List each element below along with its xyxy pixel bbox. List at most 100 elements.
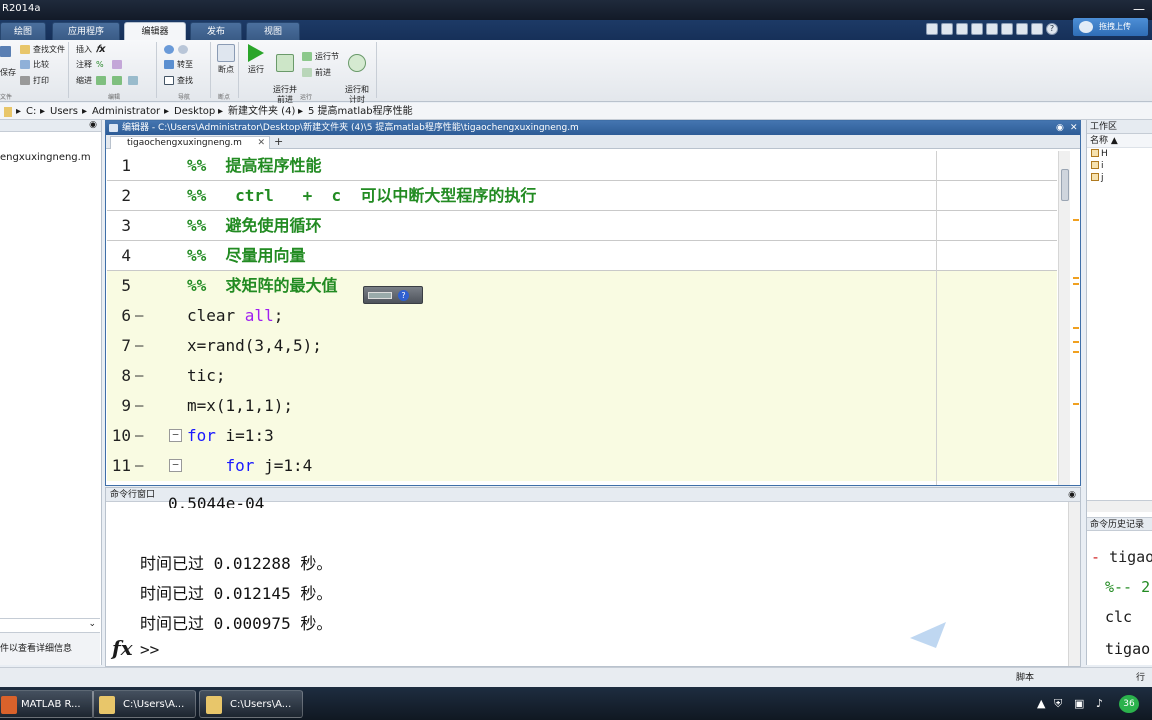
settings-icon[interactable] bbox=[1031, 23, 1043, 35]
history-entry[interactable]: %-- 2 bbox=[1105, 578, 1150, 596]
tray-badge[interactable]: 36 bbox=[1119, 695, 1139, 713]
warning-mark[interactable] bbox=[1073, 403, 1079, 405]
help-icon[interactable]: ? bbox=[1046, 23, 1058, 35]
editor-menu-icon[interactable]: ◉ bbox=[1056, 121, 1064, 135]
code-area[interactable]: 1%% 提高程序性能 2%% ctrl + c 可以中断大型程序的执行 3%% … bbox=[107, 151, 1057, 485]
forward-icon[interactable] bbox=[178, 43, 191, 56]
keyboard-icon[interactable] bbox=[368, 292, 392, 299]
compare-button[interactable]: 比较 bbox=[20, 58, 49, 71]
comment-button[interactable]: 注释 bbox=[76, 58, 92, 71]
output-line: 时间已过 0.000975 秒。 bbox=[140, 614, 333, 633]
run-and-time-button[interactable]: 运行和 计时 bbox=[342, 44, 372, 105]
file-item[interactable]: engxuxingneng.m bbox=[0, 152, 91, 163]
fx-icon[interactable]: 𝑓x bbox=[96, 43, 106, 56]
warning-mark[interactable] bbox=[1073, 219, 1079, 221]
volume-icon[interactable]: ♪ bbox=[1096, 687, 1103, 720]
save-button[interactable]: 保存 bbox=[0, 66, 16, 79]
new-tab-icon[interactable]: + bbox=[274, 136, 283, 148]
panel-menu-icon[interactable]: ◉ bbox=[89, 120, 97, 130]
paste-icon[interactable] bbox=[971, 23, 983, 35]
advance-button[interactable]: 前进 bbox=[302, 66, 331, 79]
taskbar-explorer-1[interactable]: C:\Users\A... bbox=[92, 690, 196, 718]
tab-apps[interactable]: 应用程序 bbox=[52, 22, 120, 40]
breakpoint-dash[interactable]: — bbox=[135, 331, 143, 361]
ime-toolbar[interactable]: ? bbox=[363, 286, 423, 304]
minimize-icon[interactable]: — bbox=[1126, 0, 1152, 18]
history-entry[interactable]: - tigao bbox=[1091, 548, 1152, 566]
breakpoint-dash[interactable]: — bbox=[135, 361, 143, 391]
editor-close-icon[interactable]: ✕ bbox=[1070, 121, 1078, 135]
cut-icon[interactable] bbox=[941, 23, 953, 35]
breakpoint-dash[interactable]: — bbox=[135, 451, 143, 481]
run-button[interactable]: 运行 bbox=[242, 44, 270, 75]
function-browser-icon[interactable]: fx bbox=[112, 636, 133, 660]
editor-scrollbar[interactable] bbox=[1058, 151, 1070, 485]
outdent-icon[interactable] bbox=[112, 74, 125, 87]
title-bar: R2014a — bbox=[0, 0, 1152, 20]
run-time-icon bbox=[348, 54, 366, 72]
breakpoints-button[interactable]: 断点 bbox=[212, 44, 240, 75]
workspace-name-column[interactable]: 名称 ▲ bbox=[1087, 134, 1152, 148]
indent-icon[interactable] bbox=[96, 74, 109, 87]
fold-icon[interactable]: − bbox=[169, 459, 182, 472]
uncomment-icon[interactable] bbox=[112, 58, 125, 71]
tray-arrow-icon[interactable]: ▲ bbox=[1037, 687, 1045, 720]
warning-mark[interactable] bbox=[1073, 341, 1079, 343]
tab-view[interactable]: 视图 bbox=[246, 22, 300, 40]
warning-mark[interactable] bbox=[1073, 351, 1079, 353]
chevron-down-icon[interactable]: ⌄ bbox=[0, 618, 100, 630]
workspace-var[interactable]: H bbox=[1087, 148, 1152, 160]
print-button[interactable]: 打印 bbox=[20, 74, 49, 87]
breadcrumb-folder[interactable]: 新建文件夹 (4) bbox=[228, 103, 295, 120]
taskbar-matlab[interactable]: MATLAB R... bbox=[0, 690, 94, 718]
back-icon[interactable] bbox=[164, 43, 177, 56]
undo-icon[interactable] bbox=[986, 23, 998, 35]
tab-close-icon[interactable]: ✕ bbox=[257, 137, 265, 149]
upload-button[interactable]: 拖拽上传 bbox=[1073, 18, 1148, 36]
breakpoint-dash[interactable]: — bbox=[135, 421, 143, 451]
editor-tab[interactable]: tigaochengxuxingneng.m ✕ bbox=[110, 136, 270, 149]
command-menu-icon[interactable]: ◉ bbox=[1068, 488, 1076, 502]
command-scrollbar[interactable] bbox=[1068, 502, 1080, 666]
breadcrumb-drive[interactable]: C: bbox=[26, 103, 36, 120]
history-entry[interactable]: clc bbox=[1105, 608, 1132, 626]
warning-mark[interactable] bbox=[1073, 327, 1079, 329]
address-bar[interactable]: ▸ C: ▸ Users ▸ Administrator ▸ Desktop ▸… bbox=[0, 103, 1152, 120]
fold-icon[interactable]: − bbox=[169, 429, 182, 442]
breadcrumb-project[interactable]: 5 提高matlab程序性能 bbox=[308, 103, 413, 120]
command-prompt[interactable]: >> bbox=[140, 640, 159, 659]
redo-icon[interactable] bbox=[1001, 23, 1013, 35]
breadcrumb-users[interactable]: Users bbox=[50, 103, 78, 120]
help-icon[interactable]: ? bbox=[398, 290, 409, 301]
breadcrumb-administrator[interactable]: Administrator bbox=[92, 103, 160, 120]
warning-mark[interactable] bbox=[1073, 277, 1079, 279]
insert-button[interactable]: 插入 bbox=[76, 43, 92, 56]
breakpoint-dash[interactable]: — bbox=[135, 301, 143, 331]
percent-icon[interactable]: % bbox=[96, 58, 104, 71]
tab-publish[interactable]: 发布 bbox=[190, 22, 242, 40]
workspace-var[interactable]: i bbox=[1087, 160, 1152, 172]
smart-indent-icon[interactable] bbox=[128, 74, 141, 87]
switch-window-icon[interactable] bbox=[1016, 23, 1028, 35]
breadcrumb-desktop[interactable]: Desktop bbox=[174, 103, 215, 120]
run-section-button[interactable]: 运行节 bbox=[302, 50, 339, 63]
history-entry[interactable]: tigao bbox=[1105, 640, 1150, 658]
goto-button[interactable]: 转至 bbox=[164, 58, 193, 71]
find-button[interactable]: 查找 bbox=[164, 74, 193, 87]
find-files-button[interactable]: 查找文件 bbox=[20, 43, 65, 56]
workspace-hscrollbar[interactable] bbox=[1087, 500, 1152, 512]
command-window[interactable]: 命令行窗口 ◉ 0.5044e-04 时间已过 0.012288 秒。 时间已过… bbox=[105, 487, 1081, 667]
warning-mark[interactable] bbox=[1073, 283, 1079, 285]
scroll-thumb[interactable] bbox=[1061, 169, 1069, 201]
run-and-advance-button[interactable]: 运行并 前进 bbox=[270, 44, 300, 105]
indent-button[interactable]: 缩进 bbox=[76, 74, 92, 87]
tab-plots[interactable]: 绘图 bbox=[0, 22, 46, 40]
breakpoint-dash[interactable]: — bbox=[135, 391, 143, 421]
workspace-var[interactable]: j bbox=[1087, 172, 1152, 184]
shield-icon[interactable]: ⛨ bbox=[1054, 687, 1062, 720]
save-all-icon[interactable] bbox=[926, 23, 938, 35]
taskbar-explorer-2[interactable]: C:\Users\A... bbox=[199, 690, 303, 718]
copy-icon[interactable] bbox=[956, 23, 968, 35]
tab-editor[interactable]: 编辑器 bbox=[124, 22, 186, 40]
network-icon[interactable]: ▣ bbox=[1074, 687, 1084, 720]
